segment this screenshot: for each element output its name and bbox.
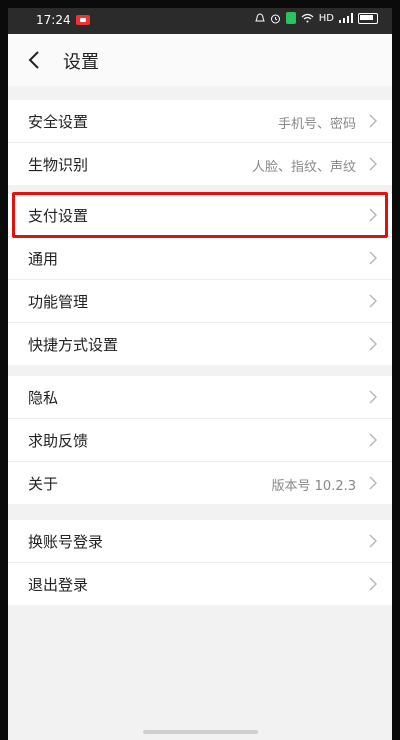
chevron-right-icon [369, 157, 377, 171]
back-arrow-icon[interactable] [24, 49, 46, 71]
settings-item-label: 快捷方式设置 [28, 336, 119, 354]
settings-item-shortcuts[interactable]: 快捷方式设置 [8, 323, 392, 365]
chevron-right-icon [369, 476, 377, 490]
settings-item-privacy[interactable]: 隐私 [8, 376, 392, 419]
settings-item-label: 隐私 [28, 389, 59, 407]
settings-item-label: 功能管理 [28, 293, 89, 311]
settings-item-features[interactable]: 功能管理 [8, 280, 392, 323]
settings-group-about: 隐私 求助反馈 关于 版本号 10.2.3 [8, 376, 392, 504]
settings-group-login: 换账号登录 退出登录 [8, 520, 392, 605]
home-indicator[interactable] [143, 730, 258, 734]
settings-item-biometric[interactable]: 生物识别 人脸、指纹、声纹 [8, 143, 392, 185]
chevron-right-icon [369, 114, 377, 128]
chevron-right-icon [369, 534, 377, 548]
settings-item-about[interactable]: 关于 版本号 10.2.3 [8, 462, 392, 504]
status-bar: 17:24 HD [8, 8, 392, 34]
settings-item-label: 生物识别 [28, 156, 89, 174]
settings-item-label: 换账号登录 [28, 533, 104, 551]
settings-item-general[interactable]: 通用 [8, 237, 392, 280]
status-time: 17:24 [36, 13, 71, 27]
battery-icon [358, 12, 378, 24]
settings-item-feedback[interactable]: 求助反馈 [8, 419, 392, 462]
settings-item-label: 安全设置 [28, 113, 89, 131]
settings-item-value: 人脸、指纹、声纹 [251, 160, 356, 175]
settings-item-label: 关于 [28, 475, 59, 493]
chevron-right-icon [369, 577, 377, 591]
chevron-right-icon [369, 390, 377, 404]
settings-item-security[interactable]: 安全设置 手机号、密码 [8, 100, 392, 143]
settings-group-account: 安全设置 手机号、密码 生物识别 人脸、指纹、声纹 [8, 100, 392, 185]
settings-item-value: 版本号 10.2.3 [271, 479, 356, 494]
nav-header: 设置 [8, 34, 392, 86]
settings-item-value: 手机号、密码 [277, 117, 356, 132]
bell-mute-icon [255, 13, 265, 22]
page-title: 设置 [63, 52, 99, 73]
screen-record-icon [76, 15, 90, 25]
chevron-right-icon [369, 251, 377, 265]
network-type: HD [318, 12, 334, 24]
chevron-right-icon [369, 294, 377, 308]
settings-item-label: 通用 [28, 250, 59, 268]
wifi-icon [301, 13, 314, 23]
chevron-right-icon [369, 337, 377, 351]
chevron-right-icon [369, 433, 377, 447]
settings-item-label: 求助反馈 [28, 432, 89, 450]
status-icons: HD [255, 12, 378, 24]
settings-item-logout[interactable]: 退出登录 [8, 563, 392, 605]
signal-icon [339, 13, 353, 23]
settings-item-label: 退出登录 [28, 576, 89, 594]
app-notification-icon [285, 12, 296, 24]
alarm-icon [270, 14, 280, 23]
phone-screen: 17:24 HD 设置 安全设置 手机号、密码 生物识别 人脸、指纹、声纹 支付… [8, 8, 392, 740]
highlight-box [12, 192, 388, 238]
settings-item-switch-account[interactable]: 换账号登录 [8, 520, 392, 563]
